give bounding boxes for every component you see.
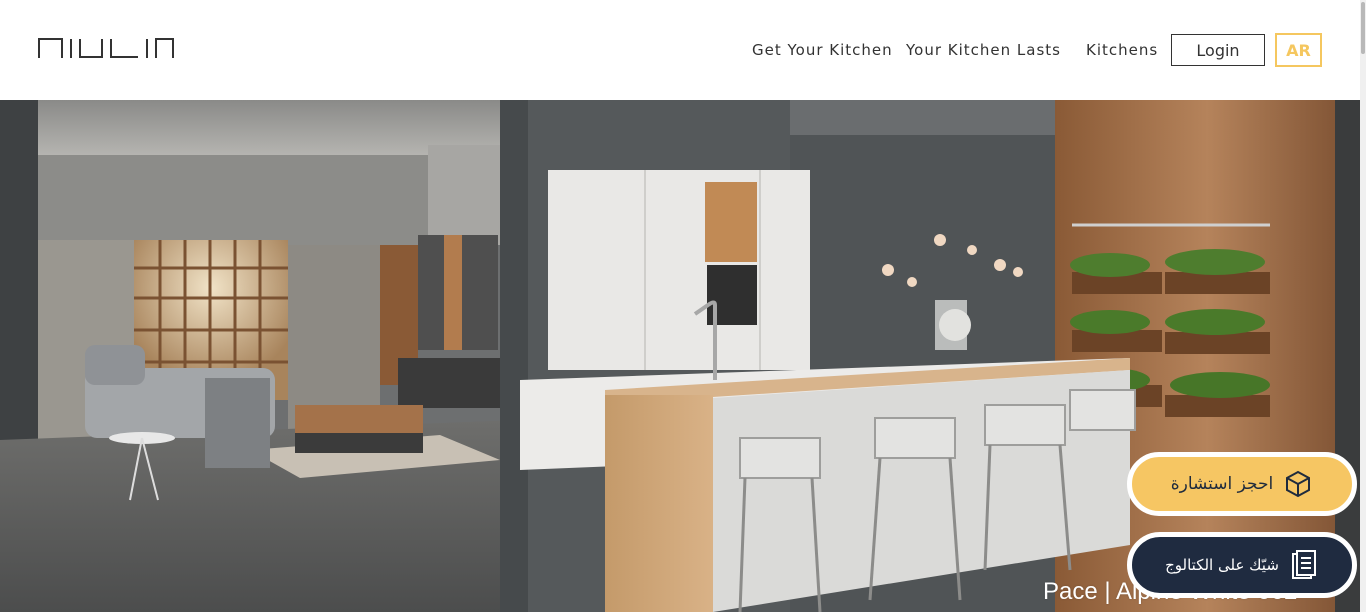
nav-get-your-kitchen[interactable]: Get Your Kitchen [752, 41, 893, 59]
book-consultation-label: احجز استشارة [1170, 474, 1274, 494]
language-switch-button[interactable]: AR [1275, 33, 1322, 67]
cube-box-icon [1283, 469, 1313, 499]
book-consultation-button[interactable]: احجز استشارة [1127, 452, 1357, 516]
page-scrollbar[interactable] [1360, 0, 1366, 612]
nav-kitchens[interactable]: Kitchens [1086, 41, 1158, 59]
nav-your-kitchen-lasts[interactable]: Your Kitchen Lasts [906, 41, 1061, 59]
login-button[interactable]: Login [1171, 34, 1265, 66]
scrollbar-thumb[interactable] [1361, 2, 1365, 54]
site-header: Get Your Kitchen Your Kitchen Lasts Kitc… [0, 0, 1360, 100]
catalog-book-icon [1289, 550, 1319, 580]
catalog-label: شيّك على الكتالوج [1165, 556, 1279, 574]
niuli-logo[interactable] [38, 35, 174, 59]
catalog-button[interactable]: شيّك على الكتالوج [1127, 532, 1357, 598]
